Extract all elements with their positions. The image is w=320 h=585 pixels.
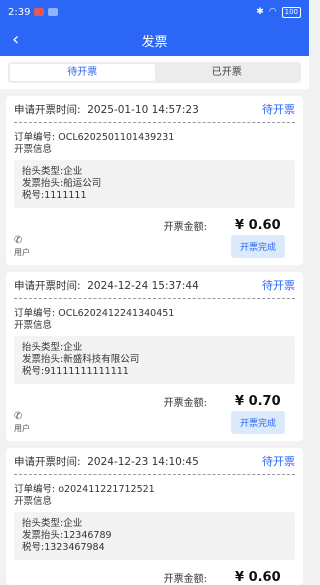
invoice-info-box: 抬头类型:企业 发票抬头:船运公司 税号:1111111 bbox=[14, 160, 295, 208]
invoice-info-label: 开票信息 bbox=[14, 496, 53, 507]
phone-icon: ✆ bbox=[14, 235, 23, 246]
tax-number: 税号:1323467984 bbox=[22, 542, 105, 553]
message-icon bbox=[48, 8, 59, 16]
contact-user[interactable]: ✆ 用户 bbox=[14, 411, 30, 434]
invoice-info-label: 开票信息 bbox=[14, 320, 53, 331]
apply-time: 申请开票时间: 2024-12-24 15:37:44 bbox=[14, 279, 199, 292]
wifi-icon: ◠ bbox=[268, 7, 277, 17]
head-type: 抬头类型:企业 bbox=[22, 166, 83, 177]
apply-time: 申请开票时间: 2025-01-10 14:57:23 bbox=[14, 103, 199, 116]
invoice-info-box: 抬头类型:企业 发票抬头:12346789 税号:1323467984 bbox=[14, 512, 295, 560]
nav-bar: ‹ 发票 bbox=[0, 24, 309, 56]
status-badge: 待开票 bbox=[262, 455, 295, 468]
invoice-head: 发票抬头:12346789 bbox=[22, 530, 112, 541]
invoice-list: 申请开票时间: 2025-01-10 14:57:23 待开票 订单编号: OC… bbox=[0, 96, 309, 585]
amount-value: ¥ 0.60 bbox=[235, 218, 281, 233]
status-badge: 待开票 bbox=[262, 279, 295, 292]
tax-number: 税号:1111111 bbox=[22, 190, 87, 201]
invoice-head: 发票抬头:船运公司 bbox=[22, 178, 102, 189]
chevron-left-icon[interactable]: ‹ bbox=[12, 31, 19, 49]
head-type: 抬头类型:企业 bbox=[22, 518, 83, 529]
amount-value: ¥ 0.70 bbox=[235, 394, 281, 409]
tab-issued[interactable]: 已开票 bbox=[155, 64, 300, 81]
apply-time: 申请开票时间: 2024-12-23 14:10:45 bbox=[14, 455, 199, 468]
amount-label: 开票金额: bbox=[163, 222, 207, 233]
invoice-info-label: 开票信息 bbox=[14, 144, 53, 155]
invoice-card: 申请开票时间: 2025-01-10 14:57:23 待开票 订单编号: OC… bbox=[6, 96, 303, 265]
notification-icon bbox=[34, 8, 45, 16]
invoice-head: 发票抬头:新盛科技有限公司 bbox=[22, 354, 140, 365]
tab-bar: 待开票 已开票 bbox=[0, 56, 309, 89]
order-number: 订单编号: OCL6202412241340451 bbox=[14, 308, 175, 319]
invoice-card: 申请开票时间: 2024-12-23 14:10:45 待开票 订单编号: o2… bbox=[6, 448, 303, 585]
amount-value: ¥ 0.60 bbox=[235, 570, 281, 585]
bluetooth-icon: ✱ bbox=[256, 7, 264, 17]
status-badge: 待开票 bbox=[262, 103, 295, 116]
user-label: 用户 bbox=[14, 424, 30, 433]
amount-label: 开票金额: bbox=[163, 574, 207, 585]
invoice-done-button[interactable]: 开票完成 bbox=[230, 235, 285, 258]
invoice-card: 申请开票时间: 2024-12-24 15:37:44 待开票 订单编号: OC… bbox=[6, 272, 303, 441]
order-number: 订单编号: o202411221712521 bbox=[14, 484, 155, 495]
page-title: 发票 bbox=[141, 34, 168, 50]
invoice-info-box: 抬头类型:企业 发票抬头:新盛科技有限公司 税号:91111111111111 bbox=[14, 336, 295, 384]
tax-number: 税号:91111111111111 bbox=[22, 366, 129, 377]
user-label: 用户 bbox=[14, 248, 30, 257]
status-bar: 2:39 ✱ ◠ 100 bbox=[0, 0, 309, 24]
contact-user[interactable]: ✆ 用户 bbox=[14, 235, 30, 258]
amount-label: 开票金额: bbox=[163, 398, 207, 409]
phone-icon: ✆ bbox=[14, 411, 23, 422]
status-time: 2:39 bbox=[8, 6, 31, 18]
head-type: 抬头类型:企业 bbox=[22, 342, 83, 353]
invoice-done-button[interactable]: 开票完成 bbox=[230, 411, 285, 434]
tab-pending[interactable]: 待开票 bbox=[10, 64, 155, 81]
battery-icon: 100 bbox=[281, 6, 301, 18]
order-number: 订单编号: OCL6202501101439231 bbox=[14, 132, 175, 143]
